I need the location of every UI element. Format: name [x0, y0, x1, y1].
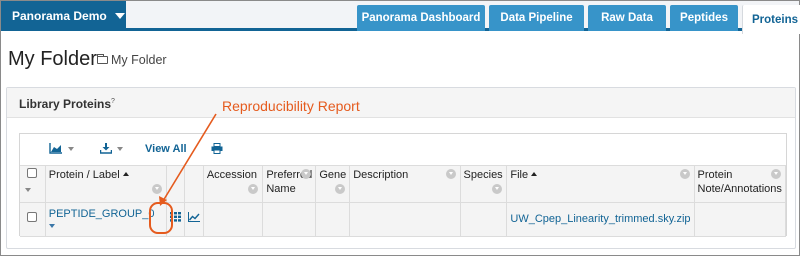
chart-icon [49, 143, 62, 154]
column-header-gene[interactable]: Gene [315, 166, 351, 203]
download-icon [100, 143, 112, 154]
column-label: Protein / Label [48, 169, 120, 181]
column-menu-icon[interactable] [771, 169, 781, 179]
column-label: Protein Note/Annotations [697, 169, 782, 195]
page-frame: Panorama Demo Panorama Dashboard Data Pi… [0, 0, 800, 256]
preferred-name-cell [262, 202, 317, 237]
column-menu-icon[interactable] [492, 184, 503, 194]
project-menu-button[interactable]: Panorama Demo [1, 1, 126, 31]
chart-menu-button[interactable] [49, 143, 74, 154]
column-menu-icon[interactable] [248, 184, 259, 194]
column-label: Description [353, 169, 409, 181]
file-cell: UW_Cpep_Linearity_trimmed.sky.zip [506, 202, 695, 237]
column-header-file[interactable]: File [506, 166, 695, 203]
column-header-note[interactable]: Protein Note/Annotations [694, 166, 787, 203]
tab-peptides[interactable]: Peptides [670, 5, 738, 31]
chevron-down-icon [68, 146, 74, 151]
row-checkbox[interactable] [27, 211, 38, 222]
column-header-species[interactable]: Species [460, 166, 508, 203]
table-row: PEPTIDE_GROUP_0 UW_Cpep_Linearity_trimme… [20, 202, 787, 237]
file-link[interactable]: UW_Cpep_Linearity_trimmed.sky.zip [510, 213, 690, 225]
print-button[interactable] [211, 143, 223, 154]
tab-label: Proteins [751, 13, 798, 26]
chevron-down-icon [117, 146, 123, 151]
chevron-down-icon[interactable] [25, 188, 31, 192]
column-label: File [510, 169, 529, 181]
accession-cell [203, 202, 264, 237]
column-menu-icon[interactable] [152, 184, 163, 194]
grid-toolbar: View All [20, 134, 786, 166]
chevron-down-icon [114, 13, 125, 19]
chevron-down-icon[interactable] [48, 223, 55, 228]
project-menu-label: Panorama Demo [12, 9, 107, 23]
proteins-table: Protein / Label Accession Preferred Name [20, 166, 787, 237]
annotation-label: Reproducibility Report [222, 98, 360, 114]
tab-proteins[interactable]: Proteins [742, 5, 800, 34]
print-icon [211, 143, 223, 154]
table-header-row: Protein / Label Accession Preferred Name [20, 166, 787, 203]
tab-panorama-dashboard[interactable]: Panorama Dashboard [357, 5, 485, 31]
select-all-checkbox[interactable] [27, 168, 38, 178]
protein-cell: PEPTIDE_GROUP_0 [45, 202, 168, 237]
note-cell [694, 202, 787, 237]
tab-bar: Panorama Dashboard Data Pipeline Raw Dat… [357, 5, 800, 34]
sort-asc-icon [531, 172, 538, 176]
column-header-accession[interactable]: Accession [203, 166, 264, 203]
tab-label: Data Pipeline [500, 12, 573, 24]
line-chart-icon[interactable] [188, 211, 201, 222]
view-all-button[interactable]: View All [145, 143, 187, 155]
data-grid: View All Protein / Label Accession Prefe… [19, 133, 787, 237]
column-header-protein[interactable]: Protein / Label [45, 166, 168, 203]
column-header-preferred-name[interactable]: Preferred Name [262, 166, 317, 203]
column-menu-icon[interactable] [335, 184, 346, 194]
column-label: Gene [319, 169, 347, 181]
page-title: My Folder [8, 48, 97, 70]
panel-title-text: Library Proteins [19, 97, 112, 111]
tab-label: Peptides [680, 12, 728, 24]
column-header-icon1 [166, 166, 186, 203]
tab-label: Raw Data [601, 12, 653, 24]
panel-title: Library Proteins? [7, 88, 795, 118]
breadcrumb[interactable]: My Folder [97, 53, 167, 67]
tab-label: Panorama Dashboard [361, 12, 481, 24]
export-menu-button[interactable] [100, 143, 123, 154]
column-header-description[interactable]: Description [349, 166, 461, 203]
protein-link[interactable]: PEPTIDE_GROUP_0 [49, 208, 155, 220]
tab-data-pipeline[interactable]: Data Pipeline [489, 5, 584, 31]
top-header: Panorama Demo Panorama Dashboard Data Pi… [1, 1, 800, 34]
reproducibility-report-cell [166, 202, 186, 237]
chart-link-cell [184, 202, 204, 237]
column-label: Accession [206, 169, 257, 181]
tab-raw-data[interactable]: Raw Data [588, 5, 666, 31]
sort-asc-icon [122, 172, 129, 176]
grid-icon[interactable] [170, 211, 182, 222]
breadcrumb-label: My Folder [111, 53, 167, 67]
library-proteins-panel: Library Proteins? View All Protein / Lab… [6, 87, 796, 249]
species-cell [460, 202, 508, 237]
gene-cell [315, 202, 351, 237]
column-header-icon2 [184, 166, 204, 203]
select-all-header [20, 166, 46, 203]
description-cell [349, 202, 461, 237]
column-menu-icon[interactable] [679, 169, 690, 179]
row-select-cell [20, 202, 46, 237]
help-mark[interactable]: ? [111, 98, 115, 105]
column-menu-icon[interactable] [445, 169, 456, 179]
column-label: Species [463, 169, 503, 181]
folder-icon [97, 54, 108, 64]
